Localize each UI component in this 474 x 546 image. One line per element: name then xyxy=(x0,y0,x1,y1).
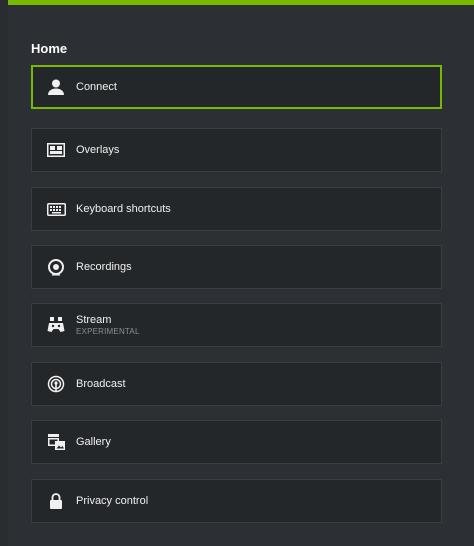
menu-item-label: Recordings xyxy=(76,260,132,273)
menu-item-label: Keyboard shortcuts xyxy=(76,202,171,215)
menu-item-recordings[interactable]: Recordings xyxy=(31,245,442,289)
controller-icon xyxy=(46,315,66,335)
menu-item-gallery[interactable]: Gallery xyxy=(31,420,442,464)
menu-item-label: Connect xyxy=(76,80,117,93)
menu-item-keyboard-shortcuts[interactable]: Keyboard shortcuts xyxy=(31,187,442,231)
broadcast-icon xyxy=(46,374,66,394)
record-icon xyxy=(46,257,66,277)
menu-item-label: Privacy control xyxy=(76,494,149,507)
user-icon xyxy=(46,77,66,97)
keyboard-icon xyxy=(46,199,66,219)
page-title: Home xyxy=(31,41,68,56)
menu-item-stream[interactable]: Stream EXPERIMENTAL xyxy=(31,303,442,347)
gallery-icon xyxy=(46,432,66,452)
menu-item-broadcast[interactable]: Broadcast xyxy=(31,362,442,406)
menu-item-label: Broadcast xyxy=(76,377,126,390)
lock-icon xyxy=(46,491,66,511)
menu-item-connect[interactable]: Connect xyxy=(31,65,442,109)
menu-item-label: Gallery xyxy=(76,435,111,448)
home-panel: Home Connect Overlays Keyboard shortcuts xyxy=(8,0,474,546)
menu-item-overlays[interactable]: Overlays xyxy=(31,128,442,172)
menu-item-privacy-control[interactable]: Privacy control xyxy=(31,479,442,523)
overlays-icon xyxy=(46,140,66,160)
menu-item-label: Stream xyxy=(76,313,112,326)
menu-item-label: Overlays xyxy=(76,143,120,156)
experimental-tag: EXPERIMENTAL xyxy=(76,326,140,336)
background-edge xyxy=(0,0,8,546)
